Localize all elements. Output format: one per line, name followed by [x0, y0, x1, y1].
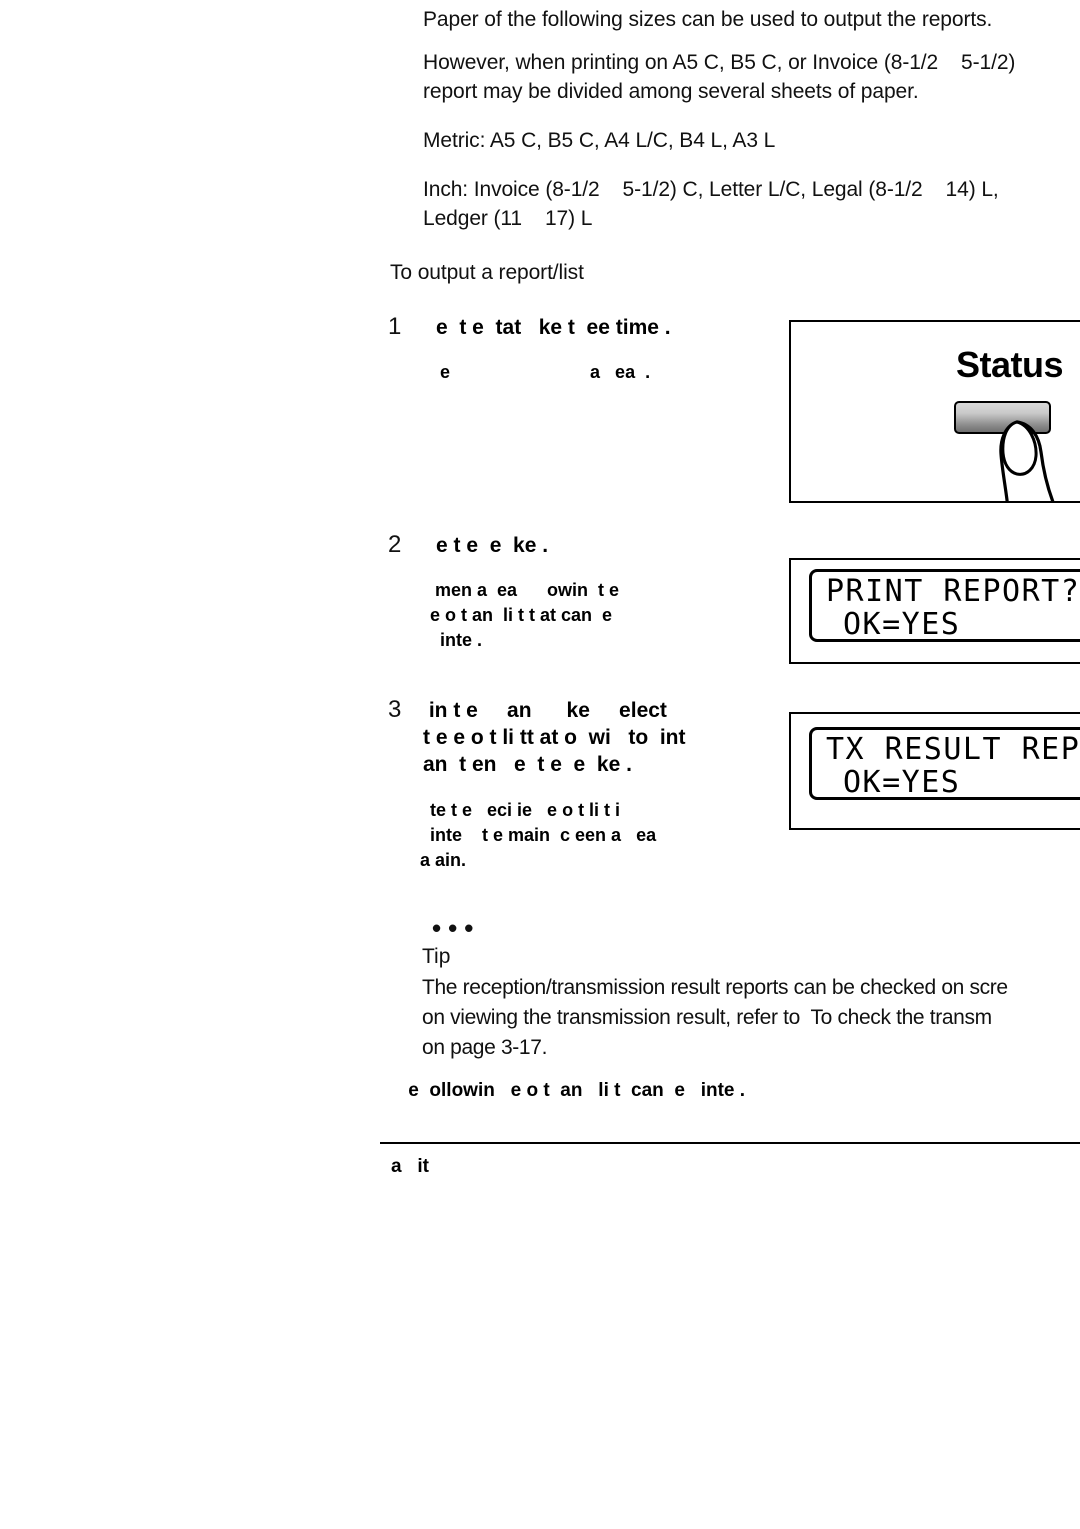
status-key-illustration: Status [789, 320, 1080, 503]
step-1-number: 1 [388, 313, 402, 340]
lcd-panel-2-screen: TX RESULT REPO OK=YES [809, 727, 1080, 800]
lcd-panel-1-line-1: PRINT REPORT? [826, 574, 1080, 609]
step-1-description: e a ea . [440, 362, 651, 382]
intro-paragraph-2: However, when printing on A5 C, B5 C, or… [423, 51, 1016, 103]
bottom-section-heading: e ollowin e o t an li t can e inte . [403, 1080, 746, 1101]
step-2-number: 2 [388, 531, 402, 558]
finger-pressing-icon [999, 420, 1055, 501]
step-1-title: e t e tat ke t ee time . [436, 316, 671, 339]
tip-label: Tip [422, 945, 451, 968]
tip-dots: ••• [432, 913, 481, 943]
lcd-panel-1-screen: PRINT REPORT? OK=YES [809, 569, 1080, 642]
intro-paragraph-4: Inch: Invoice (8-1/2 5-1/2) C, Letter L/… [423, 178, 999, 230]
section-divider [380, 1142, 1080, 1144]
intro-paragraph-3: Metric: A5 C, B5 C, A4 L/C, B4 L, A3 L [423, 129, 776, 152]
step-3-description: te t e eci ie e o t li t i inte t e main… [420, 800, 657, 870]
lcd-panel-1-line-2: OK=YES [843, 607, 961, 642]
table-column-header: a it [391, 1156, 430, 1177]
step-3-title: in t e an ke elect t e e o t li tt at o … [423, 699, 686, 776]
intro-paragraph-1: Paper of the following sizes can be used… [423, 8, 993, 31]
status-key-label: Status [956, 344, 1064, 385]
step-3-number: 3 [388, 696, 402, 723]
step-2-description: men a ea owin t e e o t an li t t at can… [430, 580, 620, 650]
step-2-title: e t e e ke . [436, 534, 549, 557]
lcd-panel-1-frame: PRINT REPORT? OK=YES [789, 558, 1080, 664]
lcd-panel-2-line-2: OK=YES [843, 765, 961, 800]
lcd-panel-2-line-1: TX RESULT REPO [826, 732, 1080, 767]
lcd-panel-2-frame: TX RESULT REPO OK=YES [789, 712, 1080, 830]
procedure-title: To output a report/list [390, 261, 584, 284]
tip-body: The reception/transmission result report… [422, 976, 1008, 1059]
